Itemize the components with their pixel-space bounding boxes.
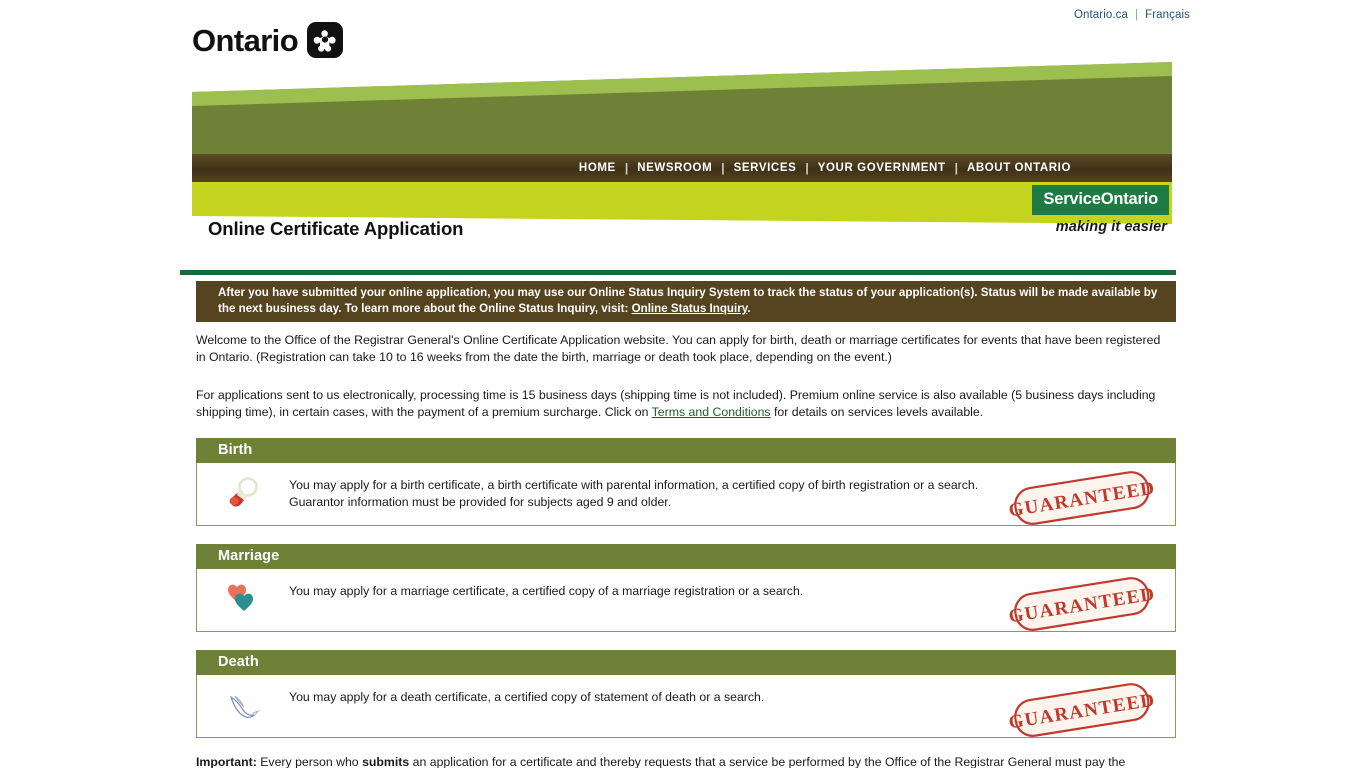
nav-item-services[interactable]: SERVICES [725,162,806,174]
card-description-marriage: You may apply for a marriage certificate… [289,584,804,598]
nav-item-about-ontario[interactable]: ABOUT ONTARIO [958,162,1080,174]
certificate-card-death[interactable]: Death You may apply for a death certific… [196,650,1176,738]
link-francais[interactable]: Français [1145,9,1190,21]
important-label: Important: [196,755,257,768]
card-body-birth: You may apply for a birth certificate, a… [196,463,1176,526]
main-content: After you have submitted your online app… [180,270,1176,768]
card-description-death: You may apply for a death certificate, a… [289,690,765,704]
guaranteed-stamp-death: GUARANTEED [1007,680,1157,742]
card-title-death: Death [196,650,1176,675]
important-emphasis: submits [362,755,410,768]
important-part-1: Every person who [256,755,363,768]
paragraph-2-after: for details on services levels available… [770,404,984,419]
pacifier-icon [197,463,289,513]
page-title: Online Certificate Application [208,218,464,239]
utility-links: Ontario.ca | Français [1074,9,1190,21]
service-ontario-logo[interactable]: ServiceOntario [1032,185,1169,215]
section-divider [180,270,1176,275]
certificate-card-birth[interactable]: Birth You may apply for a birth certific… [196,438,1176,526]
ontario-wordmark: Ontario [192,22,299,58]
intro-paragraph-1: Welcome to the Office of the Registrar G… [196,333,1161,364]
nav-item-your-government[interactable]: YOUR GOVERNMENT [809,162,955,174]
status-inquiry-banner: After you have submitted your online app… [196,281,1176,322]
important-note: Important: Every person who submits an a… [196,754,1171,768]
page-root: Ontario.ca | Français Ontario HOME | NEW… [0,0,1366,768]
guaranteed-stamp-marriage: GUARANTEED [1007,574,1157,636]
guaranteed-stamp-birth: GUARANTEED [1007,468,1157,530]
nav-item-home[interactable]: HOME [570,162,625,174]
utility-link-separator: | [1135,9,1139,21]
intro-paragraph-2: For applications sent to us electronical… [196,387,1171,420]
service-ontario-tagline: making it easier [1055,219,1167,235]
alert-text-after: . [747,302,751,315]
main-navigation: HOME | NEWSROOM | SERVICES | YOUR GOVERN… [192,154,1172,182]
nav-item-newsroom[interactable]: NEWSROOM [628,162,721,174]
ontario-logo[interactable]: Ontario [192,22,344,58]
trillium-logo-icon [307,22,344,58]
link-ontario-ca[interactable]: Ontario.ca [1074,9,1128,21]
link-terms-and-conditions[interactable]: Terms and Conditions [652,405,771,419]
card-body-death: You may apply for a death certificate, a… [196,675,1176,738]
card-title-marriage: Marriage [196,544,1176,569]
certificate-card-marriage[interactable]: Marriage You may apply for a marriage ce… [196,544,1176,632]
dove-icon [197,675,289,725]
card-title-birth: Birth [196,438,1176,463]
card-body-marriage: You may apply for a marriage certificate… [196,569,1176,632]
two-hearts-icon [197,569,289,619]
link-online-status-inquiry[interactable]: Online Status Inquiry [632,302,748,315]
